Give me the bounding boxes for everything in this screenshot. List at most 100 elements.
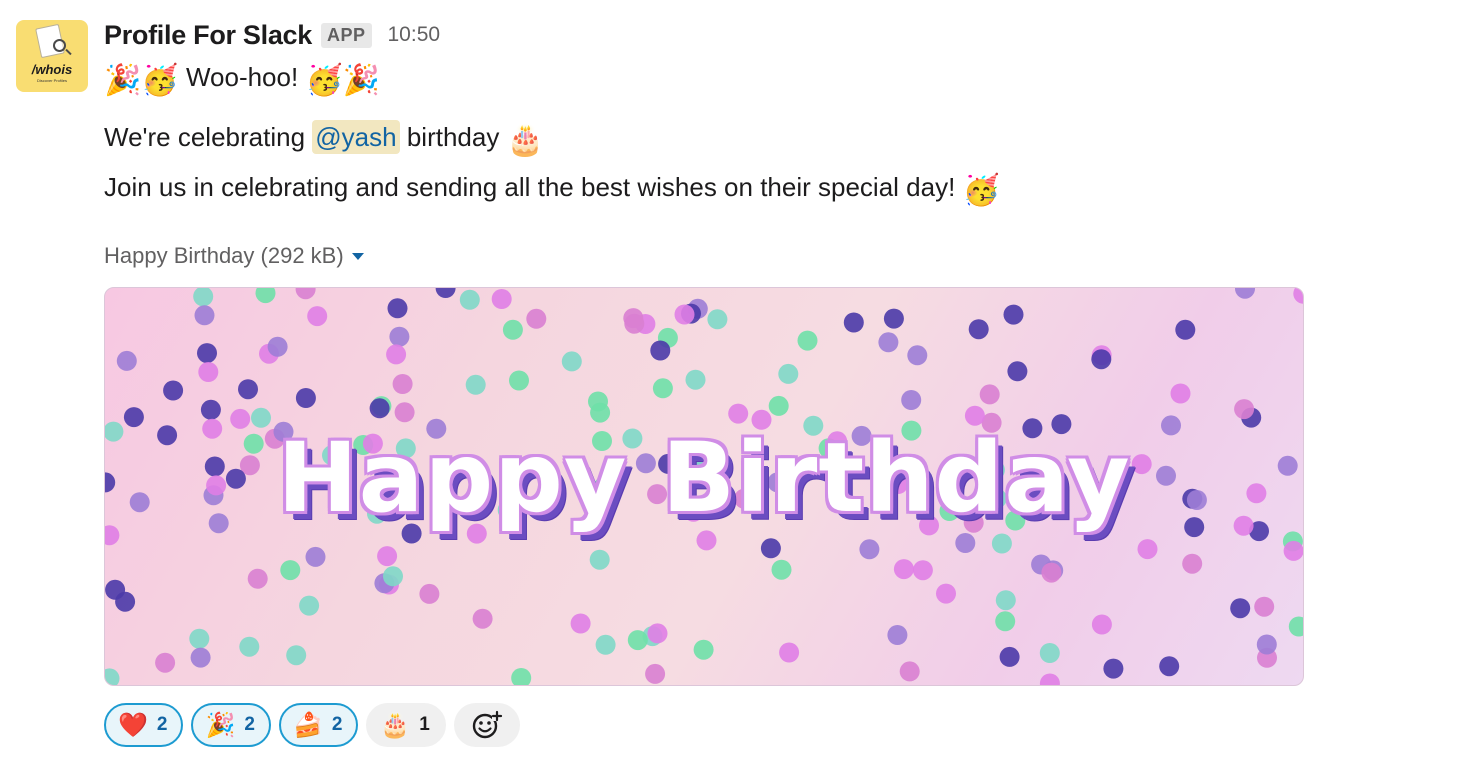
confetti-dot	[1041, 562, 1062, 583]
confetti-dot	[155, 652, 176, 673]
attachment-title[interactable]: Happy Birthday (292 kB)	[104, 241, 1444, 271]
confetti-dot	[859, 539, 880, 560]
birthday-image[interactable]: Happy Birthday	[104, 287, 1304, 686]
confetti-dot	[115, 591, 136, 612]
user-mention[interactable]: @yash	[312, 120, 400, 154]
confetti-dot	[197, 343, 217, 364]
message-line-3: Join us in celebrating and sending all t…	[104, 164, 1444, 214]
confetti-dot	[1039, 673, 1060, 685]
confetti-dot	[645, 663, 666, 684]
confetti-dot	[979, 384, 1000, 405]
reactions-bar: ❤️ 2 🎉 2 🍰 2 🎂 1	[104, 703, 1444, 747]
confetti-dot	[887, 625, 908, 645]
confetti-dot	[968, 319, 989, 340]
add-reaction-button[interactable]	[453, 703, 520, 747]
confetti-dot	[991, 533, 1012, 554]
confetti-dot	[299, 595, 320, 616]
confetti-dot	[589, 549, 610, 570]
reaction-count: 2	[156, 714, 168, 735]
confetti-dot	[305, 546, 326, 567]
confetti-dot	[193, 288, 214, 307]
confetti-dot	[650, 340, 671, 361]
confetti-dot	[674, 304, 695, 325]
confetti-dot	[995, 590, 1016, 611]
heart-icon: ❤️	[118, 711, 148, 739]
confetti-dot	[590, 402, 611, 423]
woohoo-text: Woo-hoo!	[185, 62, 299, 92]
confetti-dot	[189, 628, 210, 649]
confetti-dot	[295, 388, 316, 408]
message-timestamp[interactable]: 10:50	[388, 23, 441, 47]
confetti-dot	[771, 559, 792, 580]
confetti-dot	[255, 288, 276, 304]
confetti-dot	[936, 583, 956, 604]
message-line-2: We're celebrating @yash birthday 🎂	[104, 114, 1444, 164]
party-emoji-icon: 🎉🥳	[104, 63, 179, 98]
confetti-dot	[509, 370, 529, 391]
confetti-dot	[685, 369, 706, 390]
confetti-dot	[238, 379, 258, 400]
confetti-dot	[387, 298, 408, 319]
confetti-dot	[899, 661, 920, 682]
app-avatar[interactable]: /whois Discover Profiles	[16, 20, 88, 92]
confetti-dot	[999, 646, 1020, 667]
confetti-dot	[459, 289, 480, 310]
reaction-count: 1	[419, 714, 430, 735]
confetti-dot	[511, 668, 532, 685]
birthday-suffix: birthday	[406, 122, 500, 152]
confetti-dot	[1091, 349, 1112, 370]
add-reaction-icon	[472, 710, 502, 739]
confetti-dot	[1288, 616, 1303, 637]
confetti-dot	[1103, 658, 1124, 679]
confetti-dot	[561, 351, 582, 372]
confetti-dot	[907, 345, 928, 366]
confetti-dot	[883, 308, 904, 329]
confetti-dot	[728, 403, 749, 424]
confetti-dot	[239, 636, 260, 657]
message-content: Profile For Slack APP 10:50 🎉🥳 Woo-hoo! …	[104, 18, 1444, 747]
confetti-dot	[595, 634, 616, 655]
confetti-dot	[190, 647, 211, 668]
confetti-dot	[502, 319, 523, 340]
confetti-dot	[1182, 553, 1203, 574]
confetti-dot	[778, 363, 799, 384]
reaction-pill[interactable]: ❤️ 2	[104, 703, 184, 747]
confetti-dot	[389, 326, 410, 347]
confetti-dot	[623, 308, 644, 329]
banner-text: Happy Birthday	[277, 422, 1131, 534]
confetti-dot	[893, 559, 914, 580]
app-badge: APP	[320, 22, 372, 48]
reaction-pill[interactable]: 🍰 2	[278, 703, 359, 747]
confetti-dot	[707, 309, 728, 330]
cake-slice-icon: 🍰	[292, 711, 323, 739]
confetti-dot	[1293, 288, 1303, 304]
sender-name[interactable]: Profile For Slack	[104, 20, 312, 51]
message-header: Profile For Slack APP 10:50	[104, 18, 1444, 52]
chevron-down-icon[interactable]	[351, 252, 364, 260]
party-emoji-icon: 🥳🎉	[305, 63, 381, 98]
confetti-dot	[526, 308, 547, 329]
confetti-dot	[779, 642, 800, 663]
confetti-dot	[768, 395, 789, 416]
reaction-pill[interactable]: 🎂 1	[366, 703, 446, 747]
confetti-dot	[386, 344, 407, 365]
confetti-dot	[1175, 319, 1196, 340]
confetti-dot	[1254, 596, 1275, 617]
reaction-count: 2	[244, 714, 255, 735]
magnifier-icon	[53, 39, 66, 52]
confetti-dot	[247, 568, 268, 589]
confetti-dot	[570, 613, 591, 634]
confetti-dot	[1091, 614, 1112, 635]
confetti-dot	[647, 623, 668, 644]
attachment-name[interactable]: Happy Birthday (292 kB)	[104, 243, 344, 269]
reaction-pill[interactable]: 🎉 2	[191, 703, 271, 747]
confetti-dot	[995, 611, 1016, 632]
confetti-dot	[901, 390, 922, 410]
confetti-dot	[693, 639, 714, 660]
birthday-cake-icon: 🎂	[380, 711, 411, 739]
confetti-dot	[465, 374, 486, 395]
confetti-dot	[105, 668, 120, 685]
party-popper-icon: 🎉	[205, 711, 236, 739]
message-line-1: 🎉🥳 Woo-hoo! 🥳🎉	[104, 54, 1444, 104]
confetti-dot	[878, 332, 899, 353]
